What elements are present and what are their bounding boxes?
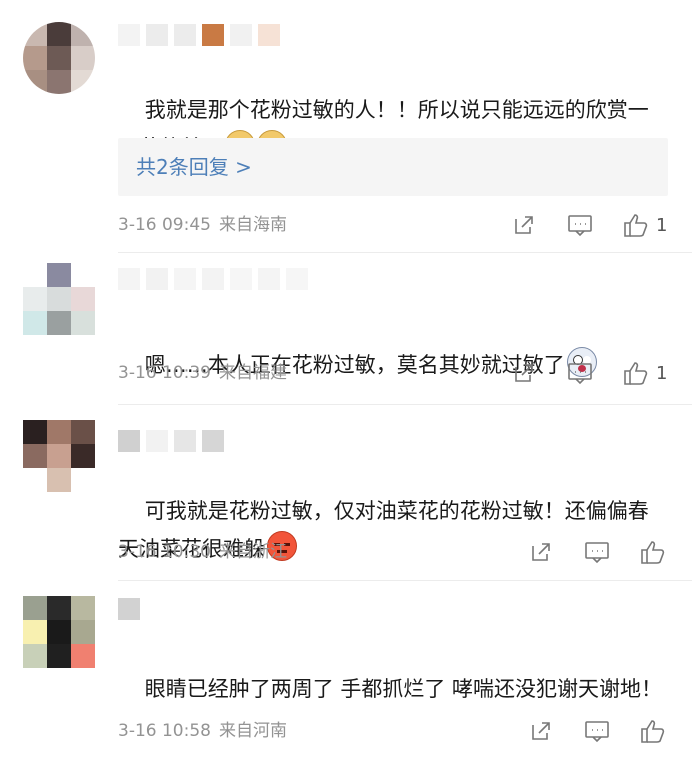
comment-text: 可我就是花粉过敏，仅对油菜花的花粉过敏！还偏偏春天油菜花很难躲 xyxy=(118,454,666,606)
comment-meta: 3-16 09:45 来自海南 xyxy=(118,213,287,237)
comment-actions: 1 xyxy=(510,211,667,239)
share-icon[interactable] xyxy=(527,717,555,745)
comment-actions: 1 xyxy=(510,359,667,387)
avatar[interactable] xyxy=(23,420,95,492)
comment-time: 3-16 10:39 xyxy=(118,363,211,383)
avatar[interactable] xyxy=(23,263,95,335)
view-replies-link[interactable]: 共2条回复 > xyxy=(118,138,668,196)
divider xyxy=(118,404,692,405)
comment-icon[interactable] xyxy=(566,359,594,387)
like-count: 1 xyxy=(656,214,668,236)
divider xyxy=(118,580,692,581)
comment-meta: 3-16 10:30 来自浙江 xyxy=(118,540,287,564)
comment-meta: 3-16 10:58 来自河南 xyxy=(118,719,287,743)
comment-icon[interactable] xyxy=(566,211,594,239)
comment-time: 3-16 10:58 xyxy=(118,721,211,741)
like-icon[interactable] xyxy=(622,359,650,387)
share-icon[interactable] xyxy=(510,211,538,239)
comment-time: 3-16 10:30 xyxy=(118,542,211,562)
comment-actions xyxy=(527,538,667,566)
comment-location: 来自福建 xyxy=(218,363,287,383)
username-blurred[interactable] xyxy=(118,598,140,620)
comment-location: 来自河南 xyxy=(218,721,287,741)
avatar[interactable] xyxy=(23,596,95,668)
comment-meta: 3-16 10:39 来自福建 xyxy=(118,361,287,385)
comment-icon[interactable] xyxy=(583,538,611,566)
comment-location: 来自海南 xyxy=(218,215,287,235)
comment-location: 来自浙江 xyxy=(218,542,287,562)
like-icon[interactable] xyxy=(639,538,667,566)
like-icon[interactable] xyxy=(639,717,667,745)
comment-icon[interactable] xyxy=(583,717,611,745)
divider xyxy=(118,252,692,253)
avatar[interactable] xyxy=(23,22,95,94)
username-blurred[interactable] xyxy=(118,430,224,452)
username-blurred[interactable] xyxy=(118,268,308,290)
comment-text-body: 眼睛已经肿了两周了 手都抓烂了 哮喘还没犯谢天谢地！ xyxy=(144,677,663,701)
like-icon[interactable] xyxy=(622,211,650,239)
username-blurred[interactable] xyxy=(118,24,280,46)
share-icon[interactable] xyxy=(527,538,555,566)
share-icon[interactable] xyxy=(510,359,538,387)
like-count: 1 xyxy=(656,362,668,384)
comment-time: 3-16 09:45 xyxy=(118,215,211,235)
comment-actions xyxy=(527,717,667,745)
